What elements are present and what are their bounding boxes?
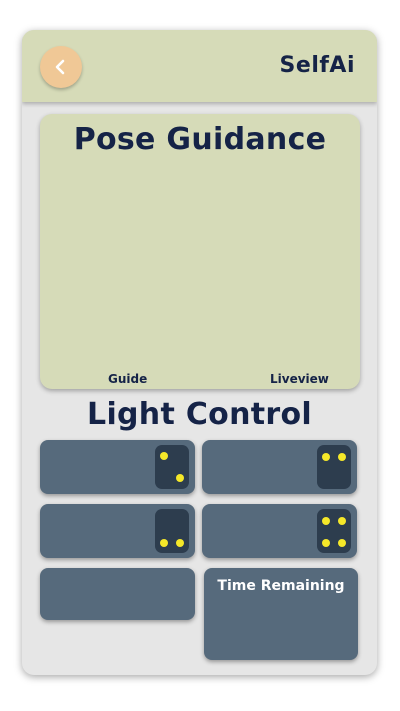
light-tile-4[interactable] — [202, 504, 357, 558]
dice-two-horizontal-icon — [317, 445, 351, 489]
light-control-title: Light Control — [87, 397, 312, 432]
back-button[interactable] — [40, 46, 82, 88]
dice-two-icon — [155, 445, 189, 489]
chevron-left-icon — [55, 59, 65, 75]
pose-guidance-title: Pose Guidance — [73, 122, 327, 157]
app-title: SelfAi — [279, 53, 355, 78]
pose-guidance-panel: Pose Guidance Guide Liveview — [40, 114, 360, 389]
header-bar: SelfAi — [22, 30, 377, 102]
light-tile-5[interactable] — [40, 568, 195, 620]
light-tile-3[interactable] — [40, 504, 195, 558]
light-tile-1[interactable] — [40, 440, 195, 494]
time-remaining-panel: Time Remaining — [204, 568, 358, 660]
dice-two-bottom-icon — [155, 509, 189, 553]
liveview-label: Liveview — [270, 372, 329, 386]
light-tile-2[interactable] — [202, 440, 357, 494]
guide-label: Guide — [108, 372, 148, 386]
dice-four-icon — [317, 509, 351, 553]
time-remaining-label: Time Remaining — [217, 578, 345, 594]
app-frame: SelfAi Pose Guidance Guide Liveview Ligh… — [22, 30, 377, 675]
